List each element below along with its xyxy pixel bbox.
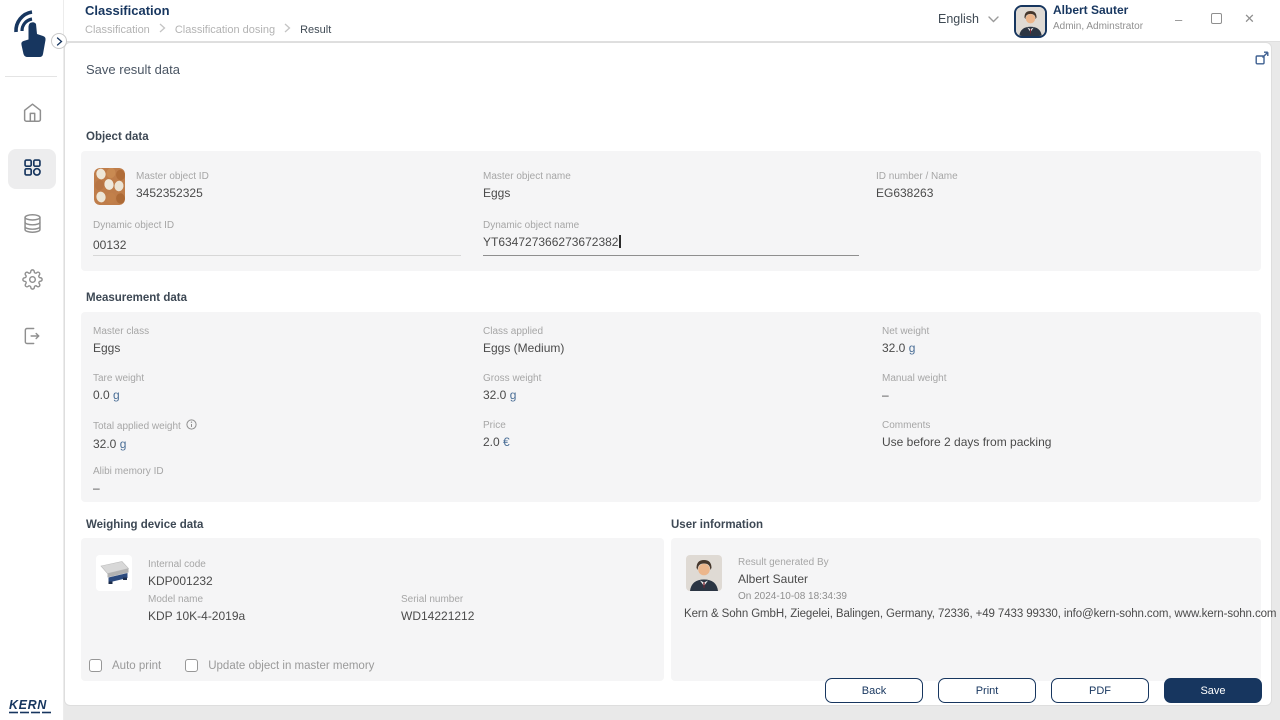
breadcrumb-classification[interactable]: Classification <box>85 24 150 36</box>
field-price: Price 2.0 € <box>483 420 510 449</box>
checkbox-icon <box>185 659 199 672</box>
apps-grid-icon <box>22 157 43 181</box>
field-total-applied-weight: Total applied weight 32.0 g <box>93 419 197 452</box>
user-information-heading: User information <box>671 519 764 531</box>
field-master-class: Master class Eggs <box>93 326 150 355</box>
field-gross-weight: Gross weight 32.0 g <box>483 373 542 402</box>
field-comments: Comments Use before 2 days from packing <box>882 420 1052 449</box>
print-button[interactable]: Print <box>938 678 1036 703</box>
breadcrumb: Classification Classification dosing Res… <box>85 23 331 36</box>
page-title: Save result data <box>86 62 180 77</box>
object-thumbnail-eggs <box>94 168 125 205</box>
field-class-applied: Class applied Eggs (Medium) <box>483 326 565 355</box>
result-user-avatar <box>686 555 722 591</box>
sidebar: KERN <box>0 0 64 720</box>
field-manual-weight: Manual weight – <box>882 373 947 402</box>
sidebar-item-logout[interactable] <box>8 317 56 357</box>
field-tare-weight: Tare weight 0.0 g <box>93 373 145 402</box>
field-dynamic-object-id: Dynamic object ID <box>93 219 461 256</box>
user-avatar[interactable] <box>1014 5 1047 38</box>
dynamic-object-name-input[interactable]: YT634727366273672382 <box>483 235 859 256</box>
chevron-down-icon <box>988 12 999 26</box>
field-master-object-name: Master object name Eggs <box>483 171 571 200</box>
sidebar-item-home[interactable] <box>8 94 56 134</box>
logout-icon <box>22 326 42 349</box>
kern-brand-text: KERN <box>9 698 47 712</box>
footer-buttons: Back Print PDF Save <box>825 678 1262 703</box>
chevron-right-icon <box>56 34 63 49</box>
chevron-right-icon <box>159 23 166 36</box>
object-data-panel: Master object ID 3452352325 Master objec… <box>81 151 1261 271</box>
field-internal-code: Internal code KDP001232 <box>148 559 213 588</box>
update-object-checkbox[interactable]: Update object in master memory <box>185 659 374 672</box>
main-content-card: Save result data Object data Master obje… <box>64 42 1277 706</box>
top-header: Classification Classification Classifica… <box>64 0 1280 42</box>
expand-icon <box>1255 51 1269 68</box>
info-icon[interactable] <box>186 419 197 434</box>
sidebar-divider <box>5 76 57 77</box>
user-name: Albert Sauter <box>1053 3 1129 17</box>
user-role: Admin, Adminstrator <box>1053 21 1144 32</box>
field-master-object-id: Master object ID 3452352325 <box>136 171 209 200</box>
language-label: English <box>938 12 979 26</box>
weighing-device-thumbnail <box>96 555 132 591</box>
back-button[interactable]: Back <box>825 678 923 703</box>
field-serial-number: Serial number WD14221212 <box>401 594 475 623</box>
user-information-panel: Result generated By Albert Sauter On 202… <box>671 538 1277 681</box>
result-generated-on: On 2024-10-08 18:34:39 <box>738 591 847 602</box>
checkbox-icon <box>89 659 102 672</box>
field-result-generated-by: Result generated By Albert Sauter On 202… <box>738 557 847 602</box>
window-minimize-button[interactable]: – <box>1175 13 1182 26</box>
footer-options: Auto print Update object in master memor… <box>89 659 374 672</box>
settings-gear-icon <box>21 269 43 293</box>
chevron-right-icon <box>284 23 291 36</box>
window-close-button[interactable]: ✕ <box>1244 12 1255 25</box>
app-window: KERN Classification Classification Class… <box>0 0 1280 720</box>
kern-brand-logo: KERN <box>9 698 55 720</box>
sidebar-item-modules[interactable] <box>8 149 56 189</box>
home-icon <box>22 102 43 126</box>
page-header-title: Classification <box>85 3 170 18</box>
language-selector[interactable]: English <box>938 12 999 26</box>
sidebar-item-database[interactable] <box>8 205 56 245</box>
field-dynamic-object-name: Dynamic object name YT634727366273672382 <box>483 219 859 256</box>
field-model-name: Model name KDP 10K-4-2019a <box>148 594 246 623</box>
weighing-device-heading: Weighing device data <box>86 519 204 531</box>
expand-fullscreen-button[interactable] <box>1253 49 1271 70</box>
auto-print-checkbox[interactable]: Auto print <box>89 659 161 672</box>
field-net-weight: Net weight 32.0 g <box>882 326 930 355</box>
pdf-button[interactable]: PDF <box>1051 678 1149 703</box>
breadcrumb-result: Result <box>300 23 332 36</box>
text-caret <box>619 235 621 248</box>
company-info-line: Kern & Sohn GmbH, Ziegelei, Balingen, Ge… <box>684 608 1277 620</box>
sidebar-expand-toggle[interactable] <box>51 33 67 49</box>
field-id-number-name: ID number / Name EG638263 <box>876 171 958 200</box>
field-alibi-memory-id: Alibi memory ID – <box>93 466 164 495</box>
app-logo-touch-icon <box>8 5 54 66</box>
sidebar-item-settings[interactable] <box>8 261 56 301</box>
window-maximize-button[interactable] <box>1211 13 1222 24</box>
breadcrumb-classification-dosing[interactable]: Classification dosing <box>175 24 275 36</box>
database-icon <box>22 213 43 237</box>
measurement-data-heading: Measurement data <box>86 292 187 304</box>
save-button[interactable]: Save <box>1164 678 1262 703</box>
measurement-data-panel: Master class Eggs Class applied Eggs (Me… <box>81 312 1261 502</box>
dynamic-object-id-input[interactable] <box>93 235 461 256</box>
object-data-heading: Object data <box>86 131 149 143</box>
